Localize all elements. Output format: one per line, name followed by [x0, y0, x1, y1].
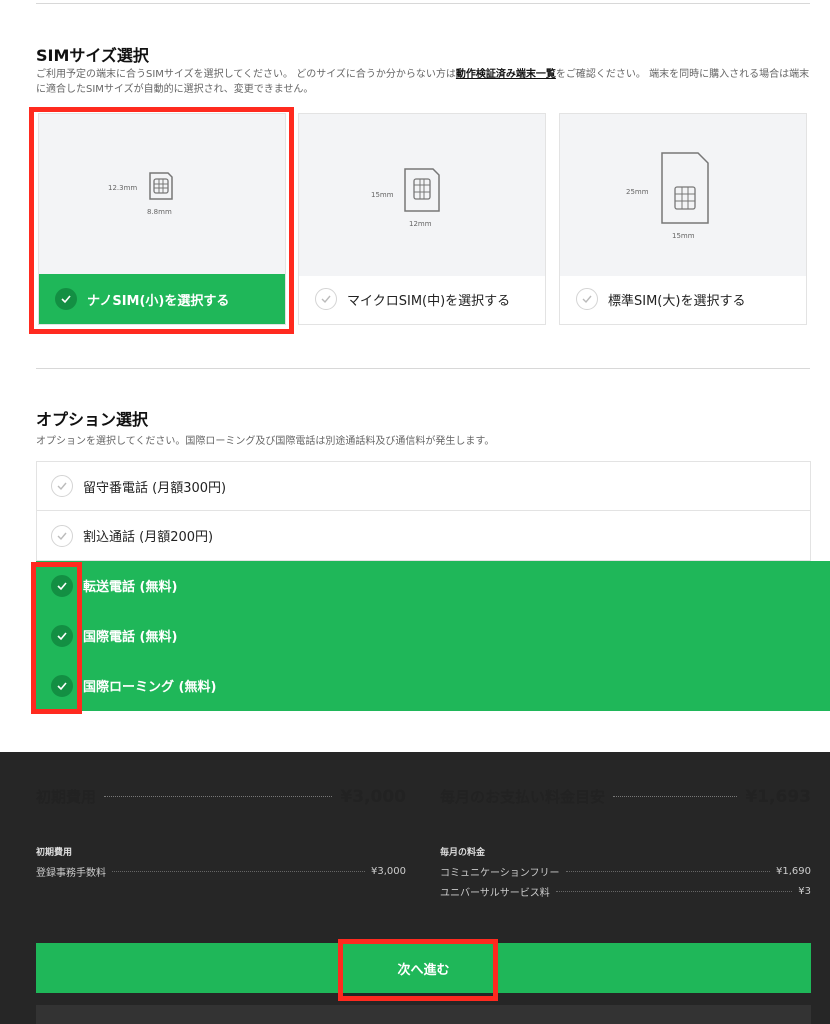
monthly-breakdown-heading: 毎月の料金 [440, 848, 486, 858]
option-label: 転送電話 (無料) [83, 580, 178, 595]
top-divider [36, 3, 810, 4]
sim-height-label: 15mm [672, 232, 695, 240]
micro-sim-icon [404, 168, 440, 212]
item-price: ¥3 [798, 886, 811, 897]
sim-select-label: ナノSIM(小)を選択する [87, 293, 230, 309]
monthly-cost-total: ¥1,693 [745, 786, 811, 807]
sim-image-micro: 15mm 12mm [299, 114, 545, 276]
initial-cost-row: 初期費用 ¥3,000 [36, 786, 406, 807]
check-icon [55, 288, 77, 310]
option-label: 留守番電話 (月額300円) [83, 480, 227, 496]
sim-height-label: 12mm [409, 220, 432, 228]
option-label: 割込通話 (月額200円) [83, 530, 214, 545]
item-price: ¥3,000 [371, 866, 406, 877]
check-icon [51, 624, 73, 647]
next-button[interactable]: 次へ進む [36, 943, 811, 993]
check-icon [51, 574, 73, 597]
option-list: 留守番電話 (月額300円) 割込通話 (月額200円) 転送電話 (無料) 国… [36, 461, 830, 711]
verified-devices-link[interactable]: 動作検証済み端末一覧 [456, 69, 556, 80]
check-icon [51, 475, 73, 497]
sim-card-standard[interactable]: 25mm 15mm 標準SIM(大)を選択する [559, 113, 807, 325]
dotted-leader [613, 796, 738, 797]
sim-height-label: 8.8mm [147, 208, 172, 216]
sim-width-label: 12.3mm [108, 184, 138, 192]
dotted-leader [555, 891, 793, 892]
option-voicemail[interactable]: 留守番電話 (月額300円) [36, 461, 811, 511]
item-name: ユニバーサルサービス料 [440, 888, 550, 899]
sim-card-nano[interactable]: 12.3mm 8.8mm ナノSIM(小)を選択する [38, 113, 286, 325]
initial-item-row: 登録事務手数料 ¥3,000 [36, 864, 406, 879]
sim-card-micro[interactable]: 15mm 12mm マイクロSIM(中)を選択する [298, 113, 546, 325]
dotted-leader [112, 871, 365, 872]
monthly-item-row: ユニバーサルサービス料 ¥3 [440, 884, 811, 899]
item-price: ¥1,690 [776, 866, 811, 877]
standard-sim-icon [661, 152, 709, 224]
sim-width-label: 25mm [626, 188, 649, 196]
check-icon [576, 288, 598, 310]
notice-box [36, 1005, 811, 1024]
sim-section-desc: ご利用予定の端末に合うSIMサイズを選択してください。 どのサイズに合うか分から… [36, 67, 812, 97]
option-label: 国際ローミング (無料) [83, 680, 217, 695]
item-name: 登録事務手数料 [36, 868, 106, 879]
check-icon [51, 674, 73, 697]
option-call-waiting[interactable]: 割込通話 (月額200円) [36, 511, 811, 561]
initial-breakdown-heading: 初期費用 [36, 848, 73, 858]
option-international-call[interactable]: 国際電話 (無料) [36, 611, 830, 661]
page: SIMサイズ選択 ご利用予定の端末に合うSIMサイズを選択してください。 どのサ… [0, 0, 830, 1024]
next-button-label: 次へ進む [397, 962, 450, 978]
check-icon [315, 288, 337, 310]
monthly-item-row: コミュニケーションフリー ¥1,690 [440, 864, 811, 879]
dotted-leader [565, 871, 770, 872]
sim-desc-text: ご利用予定の端末に合うSIMサイズを選択してください。 どのサイズに合うか分から… [36, 69, 456, 80]
initial-cost-label: 初期費用 [36, 788, 97, 806]
sim-select-label: マイクロSIM(中)を選択する [347, 293, 511, 309]
sim-image-nano: 12.3mm 8.8mm [39, 114, 285, 276]
monthly-cost-row: 毎月のお支払い料金目安 ¥1,693 [440, 786, 811, 807]
initial-cost-total: ¥3,000 [340, 786, 406, 807]
check-icon [51, 524, 73, 547]
sim-select-standard[interactable]: 標準SIM(大)を選択する [560, 274, 806, 324]
option-section-desc: オプションを選択してください。国際ローミング及び国際電話は別途通話料及び通信料が… [36, 436, 495, 447]
sim-select-nano[interactable]: ナノSIM(小)を選択する [39, 274, 285, 324]
item-name: コミュニケーションフリー [440, 868, 560, 879]
section-divider [36, 368, 810, 369]
option-section-title: オプション選択 [36, 410, 149, 429]
sim-section-title: SIMサイズ選択 [36, 46, 149, 65]
option-label: 国際電話 (無料) [83, 630, 178, 645]
sim-select-label: 標準SIM(大)を選択する [608, 293, 746, 309]
sim-width-label: 15mm [371, 191, 394, 199]
sim-image-standard: 25mm 15mm [560, 114, 806, 276]
monthly-cost-label: 毎月のお支払い料金目安 [440, 788, 606, 806]
sim-select-micro[interactable]: マイクロSIM(中)を選択する [299, 274, 545, 324]
nano-sim-icon [149, 172, 173, 200]
option-international-roaming[interactable]: 国際ローミング (無料) [36, 661, 830, 711]
option-call-forwarding[interactable]: 転送電話 (無料) [36, 561, 830, 611]
dotted-leader [104, 796, 333, 797]
